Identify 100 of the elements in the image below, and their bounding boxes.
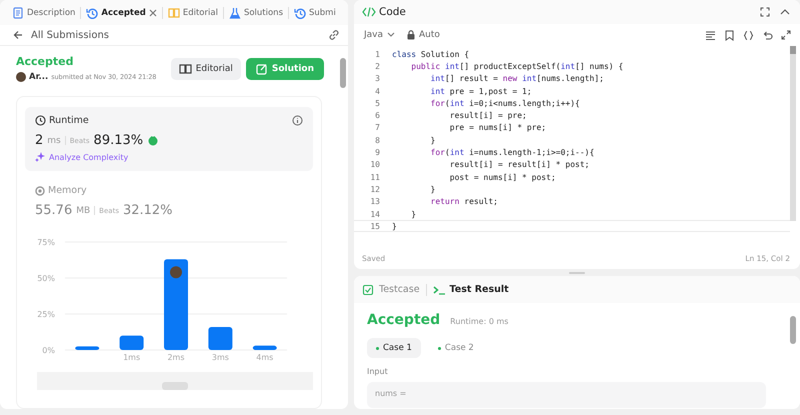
flask-icon — [228, 6, 241, 18]
bar[interactable] — [164, 259, 188, 350]
code-line: int pre = 1,post = 1; — [430, 86, 532, 96]
sparkle-icon — [35, 152, 45, 162]
line-number: 9 — [374, 148, 381, 158]
code-line: result[i] = result[i] * post; — [448, 160, 590, 170]
code-line: } — [410, 210, 416, 218]
code-line: public int[] productExceptSelf(int[] nums) { — [410, 62, 624, 71]
code-line: } — [392, 222, 397, 231]
clock-icon — [35, 115, 46, 126]
axis-tick-label: 4ms — [256, 353, 274, 362]
mode-toggle[interactable]: Auto — [405, 30, 442, 40]
panel-tab[interactable]: Solutions — [228, 6, 283, 18]
panel-tab[interactable]: Submi — [294, 6, 336, 18]
back-link[interactable]: All Submissions — [13, 30, 109, 40]
line-number: 4 — [374, 86, 381, 96]
history-icon — [294, 6, 306, 18]
scrollbar-thumb[interactable] — [340, 58, 346, 88]
result-status: Accepted — [367, 312, 440, 328]
bar[interactable] — [75, 346, 100, 350]
line-number: 10 — [369, 160, 381, 170]
line-number: 1 — [374, 50, 381, 59]
collapse-icon[interactable] — [780, 7, 790, 17]
beats-value: 89.13% — [94, 133, 144, 148]
runtime-value: 2 — [35, 133, 44, 148]
runtime-text: Runtime: 0 ms — [450, 317, 508, 326]
analyze-link[interactable]: Analyze Complexity — [35, 152, 303, 162]
terminal-icon — [432, 284, 446, 296]
axis-tick-label: 1ms — [123, 353, 140, 362]
code-line: result[i] = pre; — [448, 111, 527, 120]
code-icon — [362, 7, 376, 17]
code-line: post = nums[i] * post; — [448, 172, 556, 182]
line-number: 3 — [374, 74, 381, 84]
status-text: Accepted — [16, 55, 74, 68]
bookmark-icon[interactable] — [724, 30, 735, 40]
bar[interactable] — [208, 326, 232, 350]
resize-handle[interactable] — [569, 272, 585, 274]
section-title: Runtime — [49, 115, 89, 126]
scrollbar-thumb[interactable] — [162, 382, 188, 390]
code-line: class Solution { — [392, 50, 470, 59]
language-dropdown[interactable]: Java — [362, 30, 398, 40]
maximize-icon[interactable] — [760, 7, 770, 17]
panel-title: Code — [379, 6, 406, 18]
input-field: nums = — [367, 382, 766, 408]
line-number: 2 — [374, 62, 381, 71]
code-line: } — [430, 136, 436, 145]
section-title: Memory — [48, 185, 87, 196]
code-line: pre = nums[i] * pre; — [448, 123, 546, 132]
link-icon[interactable] — [328, 29, 340, 41]
avatar — [170, 266, 182, 278]
code-line: return result; — [430, 197, 498, 206]
scrollbar-thumb[interactable] — [790, 316, 796, 344]
bar[interactable] — [252, 346, 277, 350]
line-number: 11 — [369, 172, 381, 182]
lock-icon — [407, 30, 416, 40]
line-number: 6 — [374, 111, 381, 120]
editorial-button[interactable]: Editorial — [170, 58, 241, 80]
panel-tab[interactable]: Test Result — [432, 284, 509, 296]
close-icon[interactable] — [148, 8, 157, 16]
edit-icon — [256, 62, 268, 74]
vertical-scrollbar[interactable] — [790, 46, 796, 221]
code-line: for(int i=nums.length-1;i>=0;i--){ — [430, 148, 594, 158]
axis-tick-label: 2ms — [167, 353, 185, 362]
code-line: for(int i=0;i<nums.length;i++){ — [430, 98, 580, 108]
book-icon — [178, 62, 192, 74]
line-number: 14 — [369, 210, 381, 218]
book-icon — [168, 6, 180, 18]
expand-icon[interactable] — [781, 30, 792, 40]
case-tab[interactable]: Case 1 — [367, 338, 421, 358]
code-line: int[] result = new int[nums.length]; — [430, 74, 604, 84]
line-number: 7 — [374, 123, 381, 132]
panel-tab[interactable]: Testcase — [362, 284, 420, 296]
axis-tick-label: 25% — [37, 310, 55, 319]
line-number: 13 — [369, 197, 381, 206]
back-arrow-icon — [13, 30, 23, 40]
beats-value: 32.12% — [122, 203, 173, 218]
format-icon[interactable] — [705, 30, 716, 40]
line-number: 12 — [369, 184, 381, 194]
panel-tab[interactable]: Accepted — [86, 6, 157, 18]
user-name[interactable]: Ar... — [29, 72, 48, 82]
unit-label: ms — [47, 136, 61, 146]
panel-tab[interactable]: Description — [12, 6, 76, 18]
checkbox-icon — [362, 284, 375, 296]
info-icon[interactable] — [292, 115, 303, 126]
memory-value: 55.76 — [35, 203, 72, 218]
axis-tick-label: 3ms — [212, 353, 229, 362]
line-number: 8 — [374, 136, 381, 145]
case-tab[interactable]: Case 2 — [428, 338, 483, 358]
panel-tab[interactable]: Editorial — [168, 6, 218, 18]
chevron-down-icon — [387, 32, 396, 38]
axis-tick-label: 75% — [37, 238, 55, 247]
bar[interactable] — [120, 336, 144, 350]
horizontal-scrollbar[interactable] — [37, 372, 313, 390]
line-number: 5 — [374, 98, 381, 108]
document-icon — [12, 6, 24, 18]
code-line: } — [430, 184, 436, 194]
badge-icon — [147, 135, 160, 146]
braces-icon[interactable] — [743, 30, 754, 40]
undo-icon[interactable] — [762, 30, 773, 40]
scrollbar-thumb[interactable] — [790, 46, 796, 54]
